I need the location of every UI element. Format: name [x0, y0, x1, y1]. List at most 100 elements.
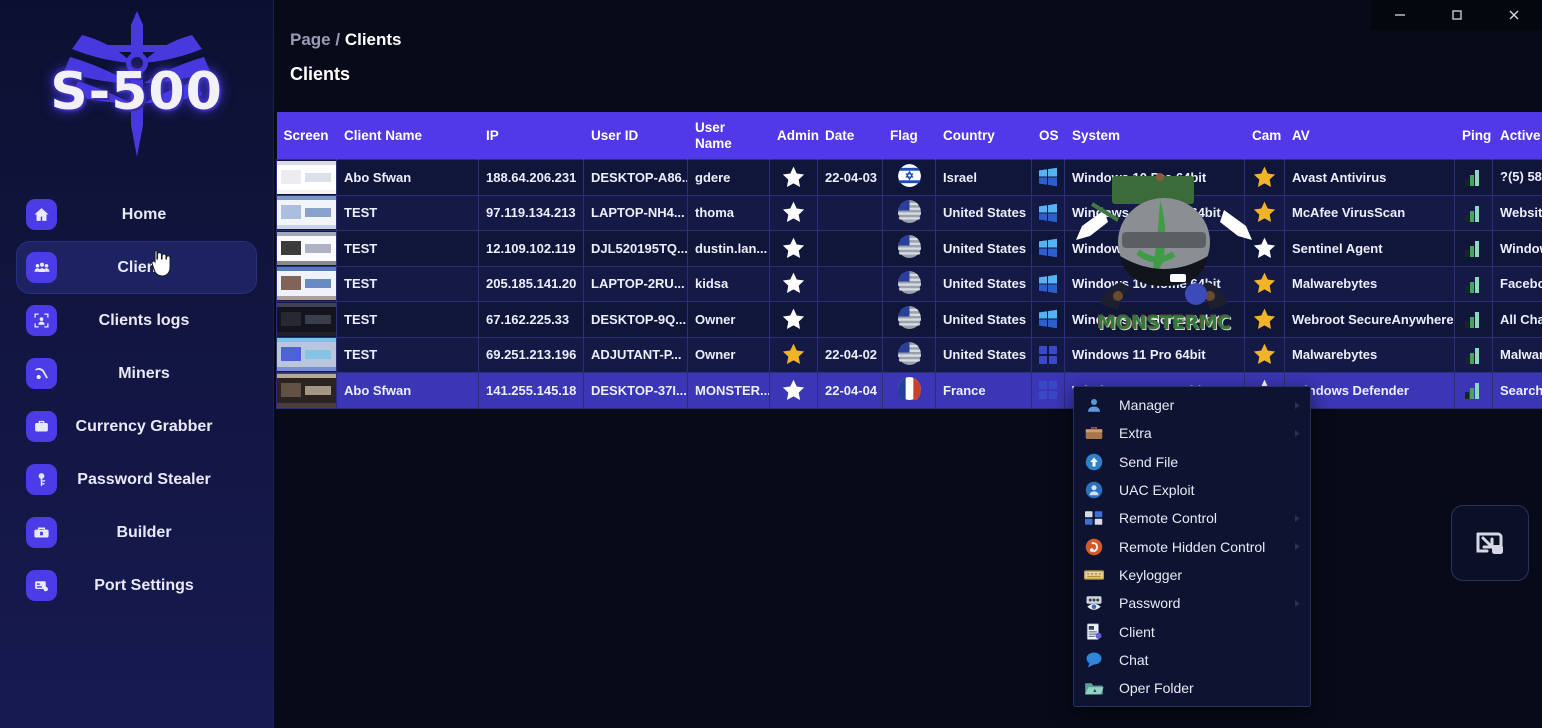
star-gold-icon[interactable] — [1252, 271, 1277, 296]
table-row[interactable]: TEST 67.162.225.33 DESKTOP-9Q... Owner Unite… — [276, 301, 1542, 338]
sidebar-item-password-stealer[interactable]: Password Stealer — [16, 453, 257, 506]
table-row[interactable]: TEST 69.251.213.196 ADJUTANT-P... Owner 22-0… — [276, 336, 1542, 374]
screen-thumbnail[interactable] — [277, 338, 336, 372]
sidebar-item-label: Home — [121, 205, 167, 223]
context-menu-item-remote-hidden-control[interactable]: Remote Hidden Control — [1074, 532, 1310, 560]
th-ping[interactable]: Ping — [1454, 112, 1493, 160]
star-white-icon[interactable] — [781, 165, 806, 190]
table-row[interactable]: TEST 205.185.141.20 LAPTOP-2RU... kidsa Unit… — [276, 265, 1542, 303]
minimize-to-tray-button[interactable] — [1451, 505, 1529, 581]
cell-admin[interactable] — [769, 301, 818, 338]
context-menu-item-remote-control[interactable]: Remote Control — [1074, 504, 1310, 532]
th-date[interactable]: Date — [817, 112, 883, 160]
table-row[interactable]: Abo Sfwan 188.64.206.231 DESKTOP-A86... gde… — [276, 159, 1542, 196]
cell-screen[interactable] — [276, 159, 337, 196]
cell-screen[interactable] — [276, 301, 337, 338]
sidebar-item-clients-logs[interactable]: Clients logs — [16, 294, 257, 347]
sidebar-item-port-settings[interactable]: Port Settings — [16, 559, 257, 612]
cell-cam[interactable] — [1244, 336, 1285, 374]
breadcrumb-parent[interactable]: Page / — [290, 30, 340, 49]
cell-screen[interactable] — [276, 372, 337, 409]
cell-screen[interactable] — [276, 265, 337, 303]
cell-admin[interactable] — [769, 230, 818, 267]
table-row[interactable]: Abo Sfwan 141.255.145.18 DESKTOP-37I... MON… — [276, 372, 1542, 409]
close-button[interactable] — [1485, 0, 1542, 30]
screen-thumbnail[interactable] — [277, 267, 336, 301]
main-content: Page / Clients Clients Screen Client Nam… — [274, 0, 1542, 728]
th-screen[interactable]: Screen — [276, 112, 337, 160]
cell-system: Windows 10 Pro 64bit — [1064, 230, 1245, 267]
cell-cam[interactable] — [1244, 159, 1285, 196]
clients-table-container[interactable]: Screen Client Name IP User ID User Name … — [276, 112, 1542, 728]
th-os[interactable]: OS — [1031, 112, 1065, 160]
context-menu-item-client[interactable]: Client — [1074, 617, 1310, 645]
cell-client-name: Abo Sfwan — [336, 159, 479, 196]
table-row[interactable]: TEST 97.119.134.213 LAPTOP-NH4... thoma Unit… — [276, 194, 1542, 232]
context-menu-item-manager[interactable]: Manager — [1074, 391, 1310, 419]
context-menu[interactable]: Manager Extra Send File UAC Exploit Remote C… — [1073, 386, 1311, 708]
screen-thumbnail[interactable] — [277, 373, 336, 407]
context-menu-item-chat[interactable]: Chat — [1074, 646, 1310, 674]
screen-thumbnail[interactable] — [277, 231, 336, 265]
cell-cam[interactable] — [1244, 230, 1285, 267]
context-menu-item-oper-folder[interactable]: Oper Folder — [1074, 674, 1310, 702]
context-menu-item-send-file[interactable]: Send File — [1074, 448, 1310, 476]
sidebar-item-builder[interactable]: Builder — [16, 506, 257, 559]
cell-cam[interactable] — [1244, 194, 1285, 232]
cell-admin[interactable] — [769, 372, 818, 409]
th-cam[interactable]: Cam — [1244, 112, 1285, 160]
th-admin[interactable]: Admin — [769, 112, 819, 160]
cell-cam[interactable] — [1244, 265, 1285, 303]
cell-user-id: DESKTOP-9Q... — [583, 301, 688, 338]
sidebar-item-currency-grabber[interactable]: Currency Grabber — [16, 400, 257, 453]
context-menu-item-extra[interactable]: Extra — [1074, 419, 1310, 447]
context-menu-item-uac-exploit[interactable]: UAC Exploit — [1074, 476, 1310, 504]
screen-thumbnail[interactable] — [277, 302, 336, 336]
star-gold-icon[interactable] — [1252, 342, 1277, 367]
cell-flag — [882, 159, 936, 196]
star-white-icon[interactable] — [781, 236, 806, 261]
star-gold-icon[interactable] — [781, 342, 806, 367]
cell-os — [1031, 159, 1065, 196]
minimize-button[interactable] — [1371, 0, 1428, 30]
th-system[interactable]: System — [1064, 112, 1245, 160]
screen-thumbnail[interactable] — [277, 160, 336, 194]
cell-screen[interactable] — [276, 194, 337, 232]
th-user-name[interactable]: User Name — [687, 112, 770, 160]
cell-admin[interactable] — [769, 159, 818, 196]
window-controls — [1371, 0, 1542, 30]
cell-screen[interactable] — [276, 230, 337, 267]
th-country[interactable]: Country — [935, 112, 1032, 160]
context-menu-item-keylogger[interactable]: Keylogger — [1074, 561, 1310, 589]
cell-admin[interactable] — [769, 336, 818, 374]
star-white-icon[interactable] — [781, 378, 806, 403]
mouse-cursor — [152, 249, 171, 277]
sidebar-item-miners[interactable]: Miners — [16, 347, 257, 400]
th-av[interactable]: AV — [1284, 112, 1455, 160]
sidebar-item-clients[interactable]: Clients — [16, 241, 257, 294]
maximize-button[interactable] — [1428, 0, 1485, 30]
context-menu-item-label: Client — [1119, 623, 1155, 640]
cell-admin[interactable] — [769, 194, 818, 232]
th-client-name[interactable]: Client Name — [336, 112, 479, 160]
star-gold-icon[interactable] — [1252, 165, 1277, 190]
th-user-id[interactable]: User ID — [583, 112, 688, 160]
star-white-icon[interactable] — [781, 200, 806, 225]
submenu-arrow-icon — [1295, 429, 1300, 437]
star-gold-icon[interactable] — [1252, 200, 1277, 225]
table-row[interactable]: TEST 12.109.102.119 DJL520195TQ... dustin.l… — [276, 230, 1542, 267]
star-white-icon[interactable] — [1252, 236, 1277, 261]
screen-thumbnail[interactable] — [277, 196, 336, 230]
th-active-window[interactable]: Active W — [1492, 112, 1542, 160]
cell-admin[interactable] — [769, 265, 818, 303]
cell-screen[interactable] — [276, 336, 337, 374]
th-ip[interactable]: IP — [478, 112, 584, 160]
star-white-icon[interactable] — [781, 271, 806, 296]
cell-cam[interactable] — [1244, 301, 1285, 338]
star-white-icon[interactable] — [781, 307, 806, 332]
cell-active-window: Window — [1492, 230, 1542, 267]
th-flag[interactable]: Flag — [882, 112, 936, 160]
sidebar-item-home[interactable]: Home — [16, 188, 257, 241]
context-menu-item-password[interactable]: Password — [1074, 589, 1310, 617]
star-gold-icon[interactable] — [1252, 307, 1277, 332]
